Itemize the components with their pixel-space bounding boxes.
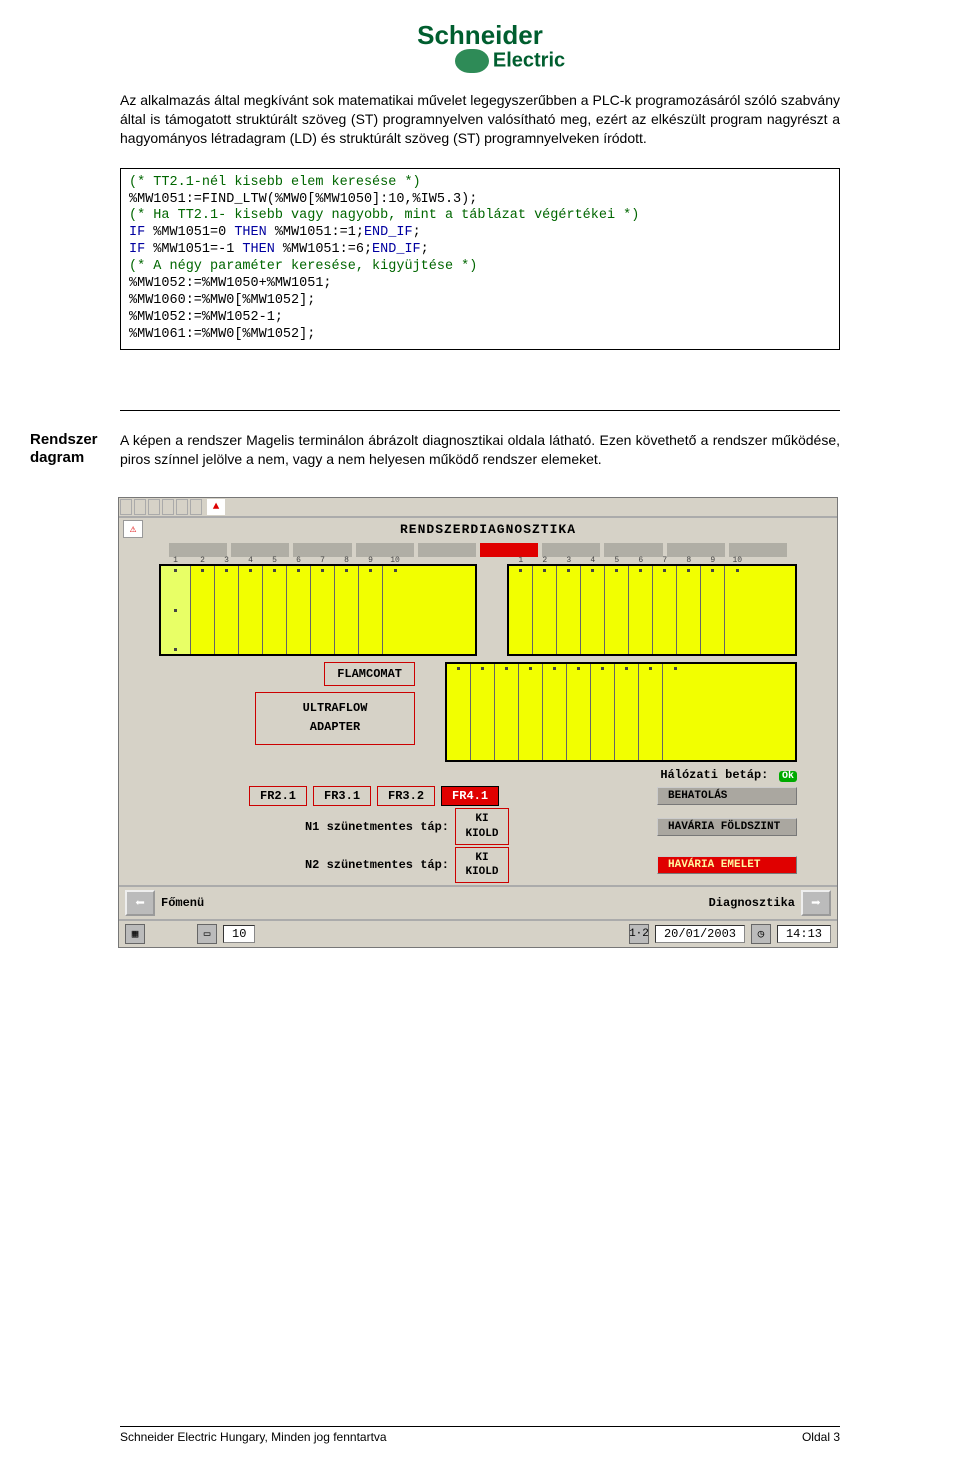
page-number-field[interactable]: 10 — [223, 925, 255, 943]
tab-icon[interactable] — [120, 499, 132, 515]
warn-icon[interactable]: ▲ — [207, 499, 225, 515]
status-cell — [604, 543, 662, 557]
intro-paragraph: Az alkalmazás által megkívánt sok matema… — [120, 91, 840, 148]
tab-icon[interactable] — [134, 499, 146, 515]
footer-right: Oldal 3 — [802, 1430, 840, 1444]
footer-left: Schneider Electric Hungary, Minden jog f… — [120, 1430, 387, 1444]
status-cell — [169, 543, 227, 557]
diag-tab-strip: ▲ — [119, 498, 837, 518]
logo-main: Schneider — [417, 20, 543, 50]
status-cell — [418, 543, 476, 557]
alarm-icon[interactable]: ⚠ — [123, 520, 143, 538]
section-description: A képen a rendszer Magelis terminálon áb… — [120, 431, 840, 469]
status-havaria-emelet[interactable]: HAVÁRIA EMELET — [657, 856, 797, 874]
time-field: 14:13 — [777, 925, 831, 943]
status-cell — [231, 543, 289, 557]
status-cell — [667, 543, 725, 557]
fr-button[interactable]: FR2.1 — [249, 786, 307, 806]
page-icon[interactable]: ▭ — [197, 924, 217, 944]
section-heading: Rendszer dagram — [30, 431, 114, 467]
nav-forward-button[interactable]: ➡ — [801, 890, 831, 916]
status-cell — [356, 543, 414, 557]
ultraflow-adapter-label: ULTRAFLOWADAPTER — [255, 692, 415, 744]
nav-right-label: Diagnosztika — [709, 896, 795, 910]
status-behatolas[interactable]: BEHATOLÁS — [657, 787, 797, 805]
schneider-logo: Schneider Electric — [120, 20, 840, 73]
status-cell — [542, 543, 600, 557]
status-cell — [293, 543, 351, 557]
fr-button-alert[interactable]: FR4.1 — [441, 786, 499, 806]
tab-icon[interactable] — [148, 499, 160, 515]
status-havaria-foldszint[interactable]: HAVÁRIA FÖLDSZINT — [657, 818, 797, 836]
section-divider — [120, 410, 840, 411]
status-cell-alert — [480, 543, 538, 557]
ok-badge: Ok — [779, 771, 797, 782]
plc-rack-left: 1 2 3 4 5 6 7 8 9 10 — [159, 564, 477, 656]
flamcomat-label: FLAMCOMAT — [324, 662, 415, 686]
tab-icon[interactable] — [190, 499, 202, 515]
fr-button[interactable]: FR3.1 — [313, 786, 371, 806]
calendar-icon[interactable]: 1·2 — [629, 924, 649, 944]
date-field: 20/01/2003 — [655, 925, 745, 943]
fr-button[interactable]: FR3.2 — [377, 786, 435, 806]
st-code-sample: (* TT2.1-nél kisebb elem keresése *) %MW… — [120, 168, 840, 351]
tab-icon[interactable] — [176, 499, 188, 515]
clock-icon — [751, 924, 771, 944]
tab-icon[interactable] — [162, 499, 174, 515]
n1-label: N1 szünetmentes táp: — [249, 820, 449, 834]
nav-left-label: Főmenü — [161, 896, 204, 910]
logo-sub: Electric — [493, 49, 565, 71]
plc-rack-lower — [445, 662, 797, 762]
ki-kiold-box: KIKIOLD — [455, 808, 509, 845]
diagnostic-screenshot: ▲ ⚠ RENDSZERDIAGNOSZTIKA 1 2 3 4 — [118, 497, 838, 948]
plc-rack-right: 1 2 3 4 5 6 7 8 9 10 — [507, 564, 797, 656]
diag-title: RENDSZERDIAGNOSZTIKA — [143, 522, 833, 537]
halozati-betap-label: Hálózati betáp: — [660, 768, 768, 782]
status-cell — [729, 543, 787, 557]
cube-icon[interactable]: ▦ — [125, 924, 145, 944]
nav-back-button[interactable]: ⬅ — [125, 890, 155, 916]
diag-bottom-bar: ▦ ▭ 10 1·2 20/01/2003 14:13 — [119, 919, 837, 947]
n2-label: N2 szünetmentes táp: — [249, 858, 449, 872]
ki-kiold-box: KIKIOLD — [455, 847, 509, 884]
